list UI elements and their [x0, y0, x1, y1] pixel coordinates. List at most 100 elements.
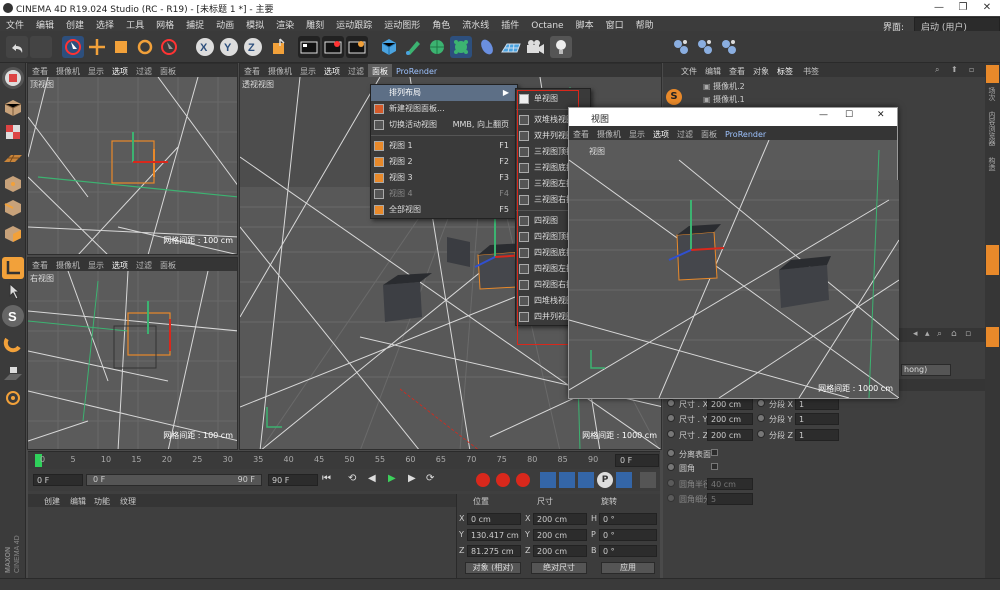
record-keys-icon[interactable] — [476, 473, 490, 487]
render-view-icon[interactable] — [298, 36, 320, 58]
size-z-field[interactable]: 200 cm — [533, 545, 587, 557]
menu-animate[interactable]: 动画 — [210, 16, 240, 31]
om-menu-edit[interactable]: 编辑 — [705, 66, 721, 77]
select-live-icon[interactable] — [62, 36, 84, 58]
vp-menu-display[interactable]: 显示 — [84, 64, 108, 77]
vp-menu-display[interactable]: 显示 — [296, 64, 320, 77]
z-axis-icon[interactable]: Z — [242, 36, 264, 58]
point-level-icon[interactable] — [616, 472, 632, 488]
texture-mode-icon[interactable] — [2, 121, 24, 143]
animate-dot-icon[interactable] — [667, 430, 675, 438]
camera-icon[interactable] — [524, 36, 546, 58]
go-to-start-icon[interactable]: ⏮ — [322, 473, 331, 484]
search-icon[interactable]: ⌕ — [935, 65, 939, 75]
menu-pipeline[interactable]: 流水线 — [456, 16, 495, 31]
menu-tools[interactable]: 工具 — [120, 16, 150, 31]
close-icon[interactable]: ✕ — [877, 110, 885, 120]
mat-menu-function[interactable]: 功能 — [94, 496, 110, 507]
pos-z-field[interactable]: 81.275 cm — [467, 545, 521, 557]
tab-content-browser[interactable]: 内容浏览器 — [987, 111, 997, 146]
size-z-field[interactable]: 200 cm — [707, 429, 753, 441]
frame-range-slider[interactable]: 0 F 90 F — [86, 474, 262, 486]
menu-plugins[interactable]: 插件 — [495, 16, 525, 31]
tab-takes[interactable]: 场次 — [987, 87, 997, 101]
seg-y-field[interactable]: 1 — [795, 413, 839, 425]
menu-mesh[interactable]: 网格 — [150, 16, 180, 31]
animate-dot-icon[interactable] — [757, 414, 765, 422]
menu-item-view-2[interactable]: 视图 2 F2 — [371, 154, 517, 170]
vp-menu-filter[interactable]: 过滤 — [344, 64, 368, 77]
menu-render[interactable]: 渲染 — [270, 16, 300, 31]
snap-icon[interactable]: S — [2, 305, 24, 327]
menu-motion-tracking[interactable]: 运动跟踪 — [330, 16, 378, 31]
lock-workplane-icon[interactable] — [2, 363, 24, 385]
fv-menu-view[interactable]: 查看 — [569, 126, 593, 140]
timeline-window-icon[interactable] — [640, 472, 656, 488]
fv-menu-options[interactable]: 选项 — [649, 126, 673, 140]
vp-menu-options[interactable]: 选项 — [108, 258, 132, 271]
magnet-icon[interactable] — [2, 333, 24, 355]
size-x-field[interactable]: 200 cm — [533, 513, 587, 525]
next-frame-icon[interactable]: ▶ — [408, 473, 416, 484]
model-mode-icon[interactable] — [2, 97, 24, 119]
make-editable-icon[interactable] — [2, 67, 24, 89]
om-menu-objects[interactable]: 对象 — [753, 66, 769, 77]
menu-window[interactable]: 窗口 — [600, 16, 630, 31]
rot-b-field[interactable]: 0 ° — [599, 545, 657, 557]
vp-menu-camera[interactable]: 摄像机 — [264, 64, 296, 77]
menu-item-view-4[interactable]: 视图 4 F4 — [371, 186, 517, 202]
y-axis-icon[interactable]: Y — [218, 36, 240, 58]
window-options-icon[interactable]: ▫ — [969, 65, 974, 74]
recent-tool-icon[interactable] — [158, 36, 180, 58]
animate-dot-icon[interactable] — [667, 399, 675, 407]
menu-character[interactable]: 角色 — [426, 16, 456, 31]
tab-objects[interactable] — [986, 65, 999, 83]
vp-menu-view[interactable]: 查看 — [240, 64, 264, 77]
polygons-mode-icon[interactable] — [2, 223, 24, 245]
object-row-camera-2[interactable]: ▣ 摄像机.2 — [703, 81, 745, 94]
scroll-marker[interactable] — [986, 245, 999, 275]
move-icon[interactable] — [86, 36, 108, 58]
separate-surfaces-checkbox[interactable] — [711, 449, 718, 456]
edges-mode-icon[interactable] — [2, 197, 24, 219]
prev-key-icon[interactable]: ⟲ — [348, 473, 356, 484]
tab-attributes[interactable] — [986, 327, 999, 347]
top-viewport[interactable]: 查看 摄像机 显示 选项 过滤 面板 顶视图 网格间距 : 100 cm — [27, 63, 238, 255]
coordinate-mode-select[interactable]: 对象 (相对) — [465, 562, 521, 574]
fillet-radius-field[interactable]: 40 cm — [707, 478, 753, 490]
om-menu-tags[interactable]: 标签 — [777, 66, 793, 77]
position-key-icon[interactable] — [540, 472, 556, 488]
python-generator-icon[interactable] — [670, 36, 692, 58]
maximize-icon[interactable]: ☐ — [845, 110, 853, 120]
redo-icon[interactable] — [30, 36, 52, 58]
start-frame-field[interactable]: 0 F — [33, 474, 83, 486]
play-icon[interactable]: ▶ — [388, 473, 396, 484]
window-options-icon[interactable]: ▫ — [965, 329, 971, 339]
mat-menu-create[interactable]: 创建 — [44, 496, 60, 507]
timeline-ruler[interactable]: 0 5 10 15 20 25 30 35 40 45 50 55 60 65 70 75 80 85 90 — [28, 451, 660, 469]
fv-menu-filter[interactable]: 过滤 — [673, 126, 697, 140]
menu-edit[interactable]: 编辑 — [30, 16, 60, 31]
floor-icon[interactable] — [500, 36, 522, 58]
maximize-icon[interactable]: ❐ — [956, 2, 970, 14]
keyframe-selection-icon[interactable] — [516, 473, 530, 487]
vp-menu-panel[interactable]: 面板 — [368, 64, 392, 77]
animate-dot-icon[interactable] — [667, 414, 675, 422]
x-axis-icon[interactable]: X — [194, 36, 216, 58]
animate-dot-icon[interactable] — [667, 449, 675, 457]
auto-key-icon[interactable] — [496, 473, 510, 487]
vp-menu-options[interactable]: 选项 — [108, 64, 132, 77]
pen-icon[interactable] — [402, 36, 424, 58]
menu-item-new-view-panel[interactable]: 新建视图面板... — [371, 101, 517, 117]
fv-menu-panel[interactable]: 面板 — [697, 126, 721, 140]
vp-menu-camera[interactable]: 摄像机 — [52, 258, 84, 271]
animate-dot-icon[interactable] — [757, 430, 765, 438]
fv-menu-prorender[interactable]: ProRender — [721, 127, 770, 139]
menu-sculpt[interactable]: 雕刻 — [300, 16, 330, 31]
vp-menu-filter[interactable]: 过滤 — [132, 64, 156, 77]
size-mode-select[interactable]: 绝对尺寸 — [531, 562, 587, 574]
scale-key-icon[interactable] — [559, 472, 575, 488]
render-settings-icon[interactable] — [346, 36, 368, 58]
minimize-icon[interactable]: — — [819, 110, 828, 120]
menu-snap[interactable]: 捕捉 — [180, 16, 210, 31]
